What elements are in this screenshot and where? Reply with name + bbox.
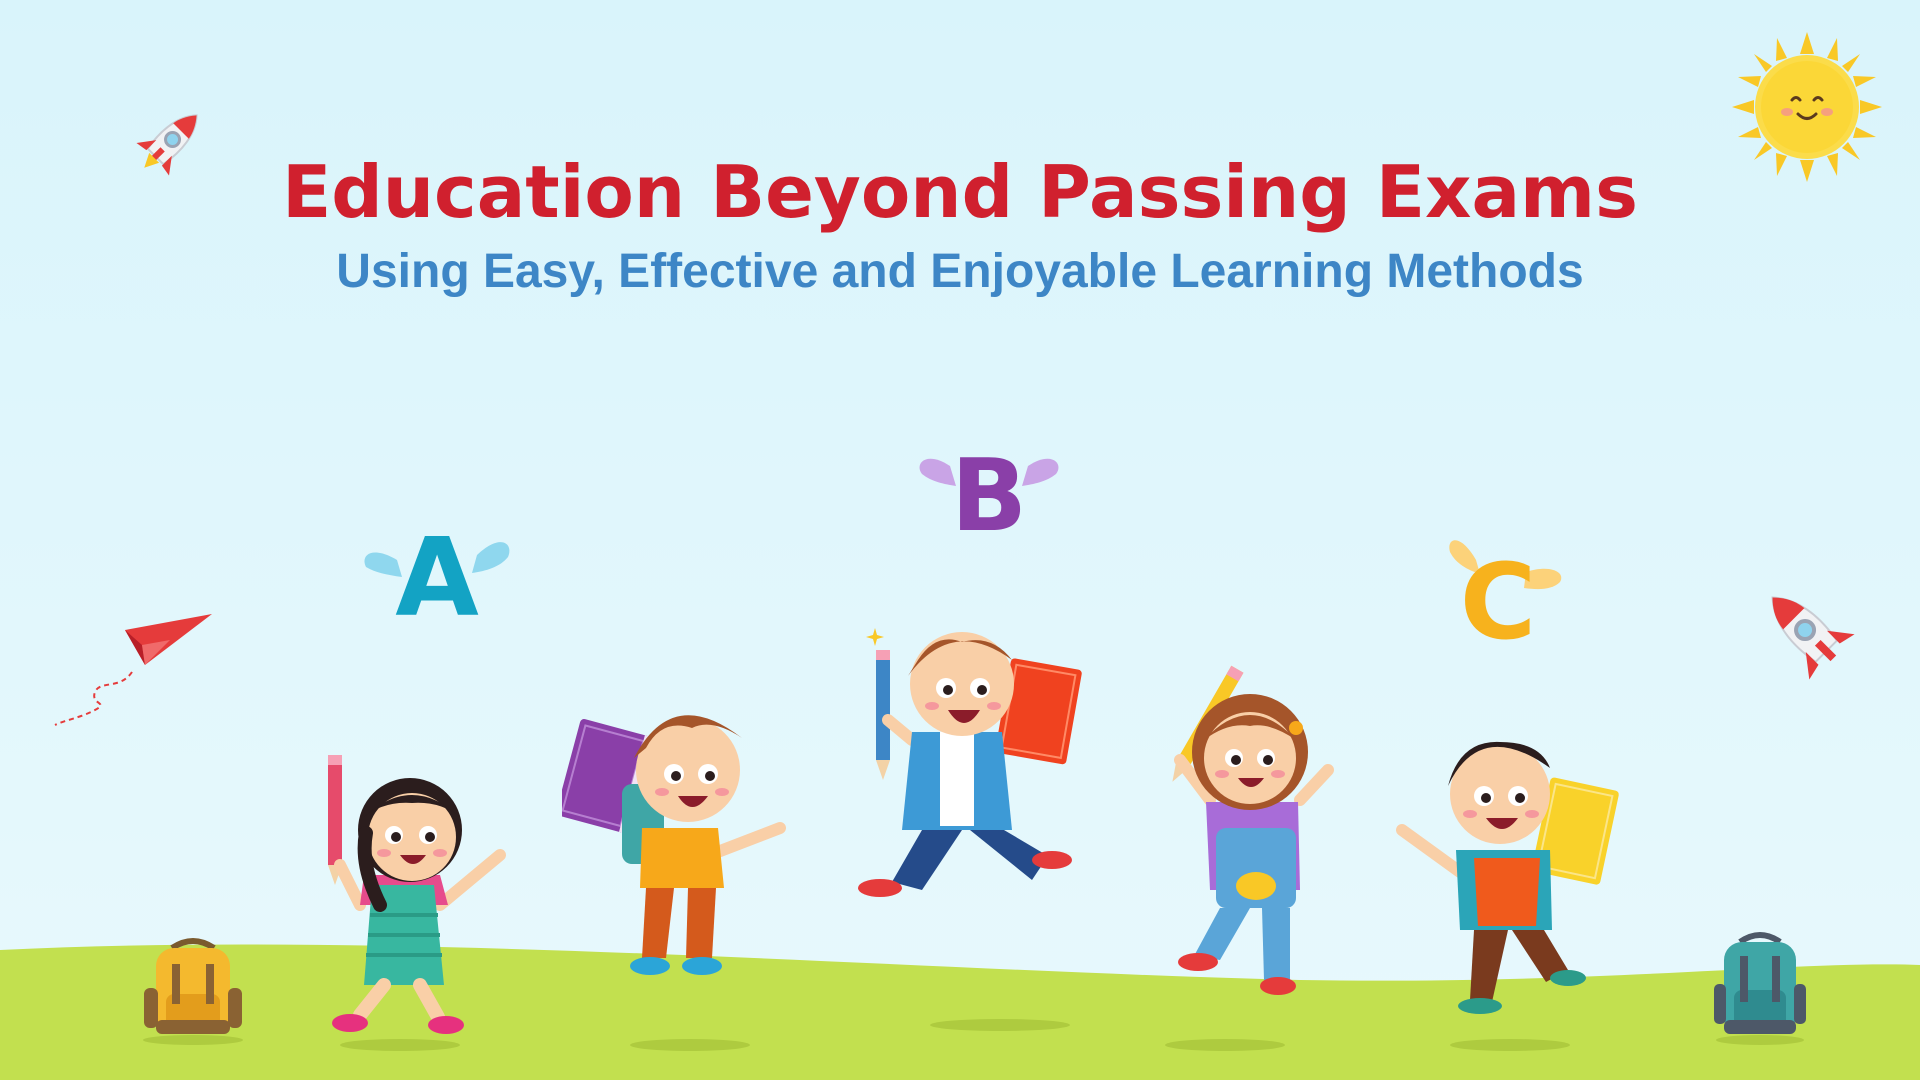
flying-letter-a: A [364,516,510,625]
backpack-icon [143,938,243,1045]
kid-girl-right [1172,665,1334,995]
letter-b: B [951,440,1027,540]
page-title: Education Beyond Passing Exams [282,150,1638,234]
hero-banner: Education Beyond Passing Exams Using Eas… [0,0,1920,1080]
kid-boy-center [858,632,1082,897]
backpack-icon [1714,932,1806,1045]
kid-boy-right [1396,741,1619,1014]
wing-icon [1022,458,1059,486]
rocket-icon [1771,596,1855,680]
grass-ground [0,944,1920,1080]
page-subtitle: Using Easy, Effective and Enjoyable Lear… [336,245,1584,298]
paper-plane-icon [54,614,212,726]
kid-boy-with-book [562,715,786,975]
letter-a: A [395,516,479,625]
kid-girl-with-pencil [328,755,506,1034]
sun-icon [1732,32,1882,182]
letter-c: C [1460,541,1536,650]
rocket-icon [136,114,198,176]
sparkle-icon [866,628,884,646]
flying-letter-b: B [919,440,1059,540]
flying-letter-c: C [1449,540,1562,650]
